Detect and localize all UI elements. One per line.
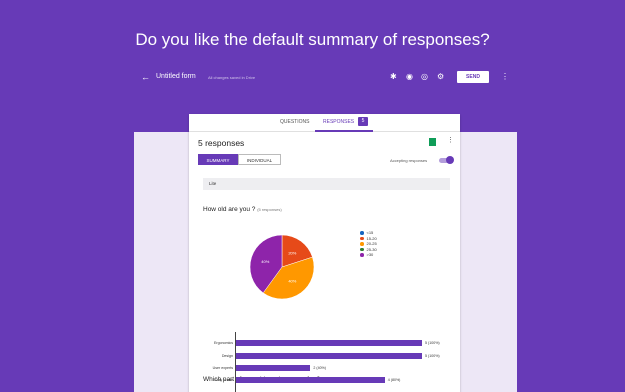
summary-toggle[interactable]: SUMMARY bbox=[198, 154, 238, 165]
bar bbox=[236, 377, 385, 383]
legend-dot bbox=[360, 253, 364, 257]
card-more-icon[interactable]: ⋮ bbox=[447, 136, 454, 144]
more-vert-icon[interactable]: ⋮ bbox=[501, 72, 509, 81]
preview-icon[interactable]: ◎ bbox=[421, 72, 428, 82]
accepting-switch-knob[interactable] bbox=[446, 156, 454, 164]
active-tab-indicator bbox=[315, 130, 373, 132]
pie-label-1: 20% bbox=[288, 250, 296, 255]
bar-row: User experts 2 (40%) bbox=[189, 365, 460, 371]
legend-label: 15-20 bbox=[366, 235, 377, 241]
bar bbox=[236, 340, 422, 346]
responses-badge: 5 bbox=[358, 117, 368, 126]
back-arrow-icon[interactable]: ← bbox=[141, 72, 150, 82]
legend-label: 25-30 bbox=[366, 246, 377, 252]
form-title[interactable]: Untitled form bbox=[156, 73, 196, 80]
bar-value-label: 5 (100%) bbox=[425, 354, 440, 358]
age-legend: <15 15-20 20-25 25-30 >30 bbox=[360, 230, 377, 258]
legend-dot bbox=[360, 231, 364, 235]
bar-category-label: Easy to use bbox=[214, 378, 233, 382]
bar-value-label: 2 (40%) bbox=[313, 366, 326, 370]
addon-icon[interactable]: ✱ bbox=[390, 72, 397, 82]
individual-toggle[interactable]: INDIVIDUAL bbox=[238, 154, 281, 165]
legend-dot bbox=[360, 236, 364, 240]
legend-dot bbox=[360, 242, 364, 246]
bar bbox=[236, 365, 311, 371]
sheets-icon[interactable] bbox=[429, 138, 436, 146]
settings-icon[interactable]: ⚙ bbox=[437, 72, 444, 82]
tab-questions[interactable]: QUESTIONS bbox=[280, 119, 309, 125]
bar-category-label: Design bbox=[221, 354, 233, 358]
bar-row: Easy to use 4 (80%) bbox=[189, 377, 460, 383]
bar-category-label: User experts bbox=[212, 366, 233, 370]
bar-row: Design 5 (100%) bbox=[189, 353, 460, 359]
pie-label-2: 40% bbox=[288, 279, 296, 284]
legend-item: >30 bbox=[360, 252, 377, 258]
bar-value-label: 4 (80%) bbox=[387, 378, 401, 382]
legend-label: >30 bbox=[366, 252, 374, 258]
forms-app: ← Untitled form All changes saved in Dri… bbox=[134, 66, 517, 392]
addon-bar-chart: Ergonomics 5 (100%) Design 5 (100%) User exp… bbox=[189, 332, 460, 392]
send-button[interactable]: SEND bbox=[457, 71, 489, 83]
banner-title: Do you like the default summary of respo… bbox=[135, 30, 490, 49]
bar bbox=[236, 353, 422, 359]
responses-count: 5 responses bbox=[198, 138, 245, 148]
question-text: How old are you ? bbox=[203, 206, 256, 213]
lite-row: Lite bbox=[203, 178, 450, 190]
legend-label: 20-25 bbox=[366, 241, 377, 247]
bar-row: Ergonomics 5 (100%) bbox=[189, 340, 460, 346]
question-sub: (5 responses) bbox=[257, 207, 282, 212]
bar-category-label: Ergonomics bbox=[214, 341, 233, 345]
accepting-label: Accepting responses bbox=[390, 158, 428, 163]
question-title-age: How old are you ? (5 responses) bbox=[203, 206, 282, 213]
form-tabs: QUESTIONS RESPONSES 5 bbox=[189, 114, 460, 132]
palette-icon[interactable]: ◉ bbox=[406, 72, 413, 82]
age-pie-chart: 20% 40% 40% bbox=[249, 234, 315, 300]
save-status: All changes saved in Drive bbox=[208, 75, 256, 80]
tab-responses[interactable]: RESPONSES bbox=[323, 119, 354, 125]
bar-value-label: 5 (100%) bbox=[425, 341, 440, 345]
legend-dot bbox=[360, 247, 364, 251]
pie-label-4: 40% bbox=[261, 259, 269, 264]
legend-label: <15 bbox=[366, 230, 374, 236]
